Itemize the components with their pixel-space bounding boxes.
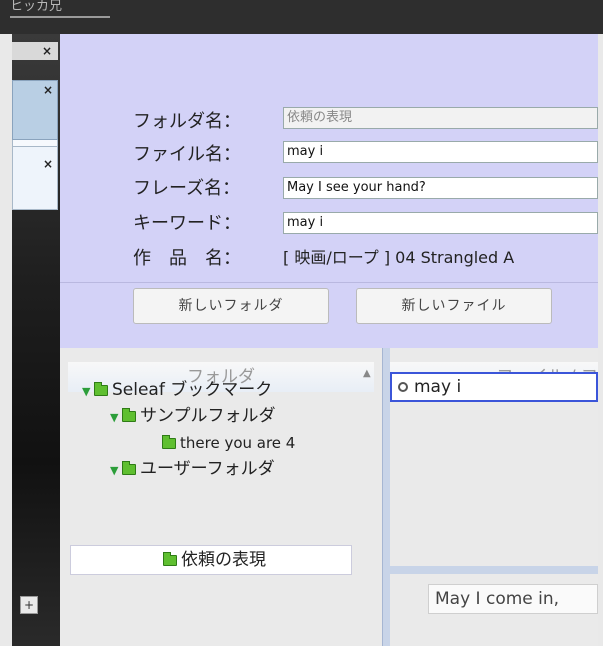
new-folder-button[interactable]: 新しいフォルダ [133, 288, 329, 324]
file-radio-icon [398, 382, 408, 392]
tree-item-seleaf-bookmark[interactable]: ▼ Seleaf ブックマーク [82, 377, 354, 403]
expand-triangle-icon[interactable]: ▼ [82, 379, 94, 403]
info-divider [60, 282, 598, 283]
folder-icon [163, 552, 177, 566]
phrase-preview[interactable]: May I come in, [428, 584, 598, 614]
window-titlebar: ヒッカ兄 [0, 0, 603, 34]
close-tab-button[interactable]: × [12, 42, 58, 60]
close-icon[interactable]: × [13, 81, 59, 99]
add-tab-button[interactable]: + [20, 596, 38, 614]
file-name-field[interactable]: may i [283, 141, 598, 163]
folder-name-field[interactable]: 依頼の表現 [283, 107, 598, 129]
keyword-field[interactable]: may i [283, 212, 598, 234]
expand-triangle-icon[interactable]: ▼ [110, 405, 122, 429]
panel-splitter[interactable] [382, 348, 390, 646]
tree-item-label: サンプルフォルダ [140, 406, 276, 426]
window-title: ヒッカ兄 [10, 0, 110, 18]
folder-icon [122, 461, 136, 475]
window-left-border [0, 34, 12, 646]
tree-item-label: Seleaf ブックマーク [112, 380, 273, 400]
tree-item-user-folder[interactable]: ▼ ユーザーフォルダ [110, 456, 354, 482]
file-name-label: ファイル名： [133, 144, 241, 165]
scroll-up-icon[interactable]: ▲ [363, 368, 371, 379]
new-file-button[interactable]: 新しいファイル [356, 288, 552, 324]
keyword-label: キーワード： [133, 213, 241, 234]
folder-name-label: フォルダ名： [133, 111, 241, 132]
side-tab-inactive[interactable]: × [12, 146, 58, 210]
file-list-item[interactable]: may i [390, 372, 598, 402]
window-right-border [598, 34, 603, 646]
file-panel-splitter[interactable] [390, 566, 598, 574]
tree-item-there-you-are[interactable]: there you are 4 [162, 430, 354, 456]
folder-icon [122, 408, 136, 422]
close-icon[interactable]: × [13, 155, 59, 173]
folder-icon [162, 435, 176, 449]
folder-icon [94, 382, 108, 396]
tree-item-label: there you are 4 [180, 434, 296, 452]
tree-item-sample-folder[interactable]: ▼ サンプルフォルダ [110, 403, 354, 429]
phrase-name-label: フレーズ名： [133, 178, 241, 199]
work-title-label: 作 品 名： [133, 248, 241, 269]
tree-item-label: ユーザーフォルダ [140, 459, 275, 479]
tree-item-label: 依頼の表現 [181, 550, 266, 570]
work-title-value: [ 映画/ロープ ] 04 Strangled A [283, 248, 515, 267]
tree-item-irai-no-hyogen[interactable]: 依頼の表現 [70, 545, 352, 575]
phrase-name-field[interactable]: May I see your hand? [283, 177, 598, 199]
file-item-label: may i [414, 377, 462, 397]
expand-triangle-icon[interactable]: ▼ [110, 458, 122, 482]
side-tab-active[interactable]: × [12, 80, 58, 140]
